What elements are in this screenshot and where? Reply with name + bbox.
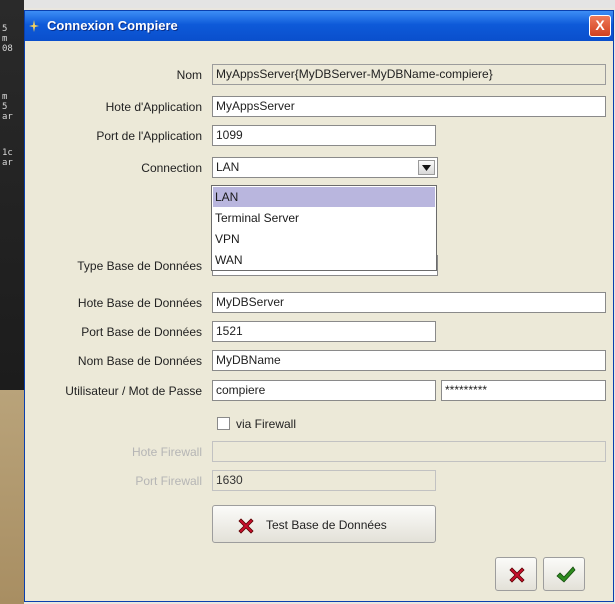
title-bar[interactable]: Connexion Compiere X	[25, 11, 613, 41]
hote-bd-input[interactable]: MyDBServer	[212, 292, 606, 313]
connection-dialog: Connexion Compiere X Nom MyAppsServer{My…	[24, 10, 614, 602]
hote-bd-label: Hote Base de Données	[77, 296, 202, 310]
port-app-label: Port de l'Application	[96, 129, 202, 143]
hote-firewall-input[interactable]	[212, 441, 606, 462]
port-firewall-label: Port Firewall	[135, 474, 202, 488]
port-firewall-input[interactable]: 1630	[212, 470, 436, 491]
app-icon	[29, 20, 39, 32]
nom-label: Nom	[176, 68, 202, 82]
background-top	[0, 0, 615, 8]
dropdown-option-terminal-server[interactable]: Terminal Server	[213, 208, 435, 228]
background-text: 1c ar	[2, 148, 13, 168]
hote-app-label: Hote d'Application	[105, 100, 202, 114]
connection-select[interactable]: LAN	[212, 157, 438, 178]
dropdown-option-vpn[interactable]: VPN	[213, 229, 435, 249]
background-text: 5 m 08	[2, 24, 13, 54]
nom-field: MyAppsServer{MyDBServer-MyDBName-compier…	[212, 64, 606, 85]
connection-label: Connection	[141, 161, 202, 175]
test-database-label: Test Base de Données	[266, 518, 387, 532]
window-title: Connexion Compiere	[47, 18, 178, 33]
port-bd-input[interactable]: 1521	[212, 321, 436, 342]
background-text: m 5 ar	[2, 92, 13, 122]
nom-bd-label: Nom Base de Données	[77, 354, 202, 368]
nom-bd-input[interactable]: MyDBName	[212, 350, 606, 371]
close-icon: X	[595, 17, 605, 33]
ok-button[interactable]	[543, 557, 585, 591]
hote-app-input[interactable]: MyAppsServer	[212, 96, 606, 117]
dropdown-option-wan[interactable]: WAN	[213, 250, 435, 270]
firewall-checkbox[interactable]	[217, 417, 230, 430]
user-label: Utilisateur / Mot de Passe	[65, 384, 202, 398]
firewall-label: via Firewall	[236, 417, 297, 431]
checkmark-icon	[556, 566, 576, 583]
close-button[interactable]: X	[589, 15, 611, 37]
background-desktop: 5 m 08 m 5 ar 1c ar	[0, 0, 24, 604]
port-app-input[interactable]: 1099	[212, 125, 436, 146]
chevron-down-icon[interactable]	[418, 160, 435, 175]
cancel-icon	[509, 567, 525, 583]
test-database-button[interactable]: Test Base de Données	[212, 505, 436, 543]
error-x-icon	[238, 518, 254, 534]
dropdown-option-lan[interactable]: LAN	[213, 187, 435, 207]
connection-value: LAN	[216, 160, 240, 174]
password-input[interactable]: *********	[441, 380, 606, 401]
connection-dropdown: LAN Terminal Server VPN WAN	[211, 185, 437, 271]
user-input[interactable]: compiere	[212, 380, 436, 401]
type-bd-label: Type Base de Données	[77, 259, 202, 273]
cancel-button[interactable]	[495, 557, 537, 591]
hote-firewall-label: Hote Firewall	[131, 445, 202, 459]
port-bd-label: Port Base de Données	[81, 325, 202, 339]
